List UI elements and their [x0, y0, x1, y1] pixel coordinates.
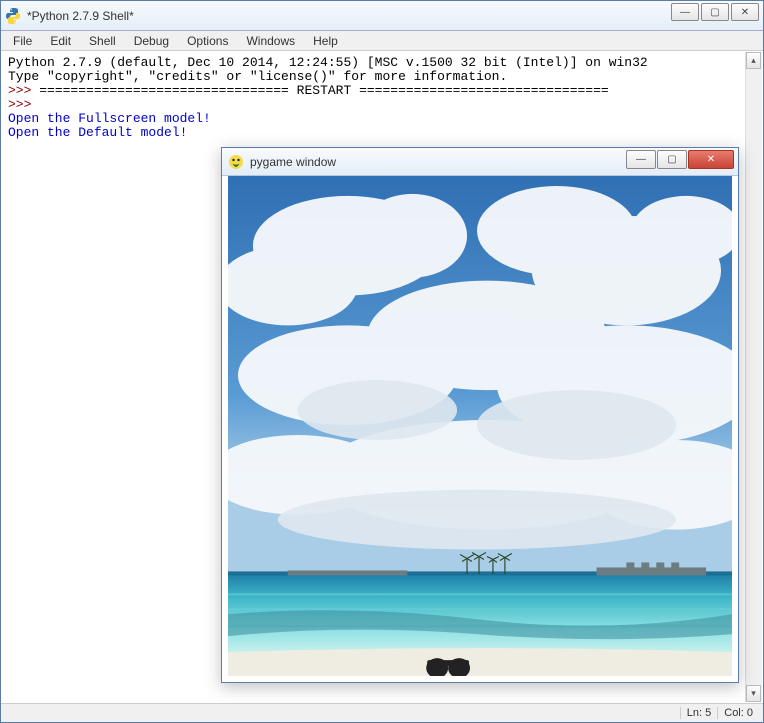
pygame-title-text: pygame window	[250, 155, 336, 169]
maximize-button[interactable]: ▢	[701, 3, 729, 21]
version-line: Python 2.7.9 (default, Dec 10 2014, 12:2…	[8, 55, 648, 70]
menu-shell[interactable]: Shell	[81, 32, 124, 50]
pygame-window[interactable]: pygame window — ▢ ✕	[221, 147, 739, 683]
statusbar: Ln: 5 Col: 0	[1, 703, 763, 722]
main-titlebar[interactable]: *Python 2.7.9 Shell* — ▢ ✕	[1, 1, 763, 31]
output-line-1: Open the Fullscreen model!	[8, 111, 211, 126]
menu-options[interactable]: Options	[179, 32, 236, 50]
scroll-up-icon[interactable]: ▴	[746, 52, 761, 69]
pygame-icon	[228, 154, 244, 170]
close-button[interactable]: ✕	[731, 3, 759, 21]
main-title-text: *Python 2.7.9 Shell*	[27, 9, 134, 23]
vertical-scrollbar[interactable]: ▴ ▾	[745, 52, 762, 702]
prompt-2: >>>	[8, 97, 39, 112]
menu-debug[interactable]: Debug	[126, 32, 177, 50]
menu-file[interactable]: File	[5, 32, 40, 50]
beach-image	[228, 176, 732, 676]
python-icon	[5, 8, 21, 24]
menu-windows[interactable]: Windows	[238, 32, 303, 50]
restart-banner: ================================ RESTART…	[39, 83, 609, 98]
pygame-minimize-button[interactable]: —	[626, 150, 656, 169]
menubar: File Edit Shell Debug Options Windows He…	[1, 31, 763, 51]
python-shell-window: *Python 2.7.9 Shell* — ▢ ✕ File Edit She…	[0, 0, 764, 723]
scroll-down-icon[interactable]: ▾	[746, 685, 761, 702]
menu-help[interactable]: Help	[305, 32, 346, 50]
pygame-window-controls: — ▢ ✕	[626, 150, 734, 169]
status-col: Col: 0	[717, 707, 759, 719]
pygame-canvas	[228, 176, 732, 676]
menu-edit[interactable]: Edit	[42, 32, 79, 50]
info-line: Type "copyright", "credits" or "license(…	[8, 69, 507, 84]
pygame-maximize-button[interactable]: ▢	[657, 150, 687, 169]
main-window-controls: — ▢ ✕	[671, 3, 759, 21]
prompt-1: >>>	[8, 83, 39, 98]
pygame-close-button[interactable]: ✕	[688, 150, 734, 169]
status-line: Ln: 5	[680, 707, 717, 719]
output-line-2: Open the Default model!	[8, 125, 187, 140]
pygame-titlebar[interactable]: pygame window — ▢ ✕	[222, 148, 738, 176]
minimize-button[interactable]: —	[671, 3, 699, 21]
